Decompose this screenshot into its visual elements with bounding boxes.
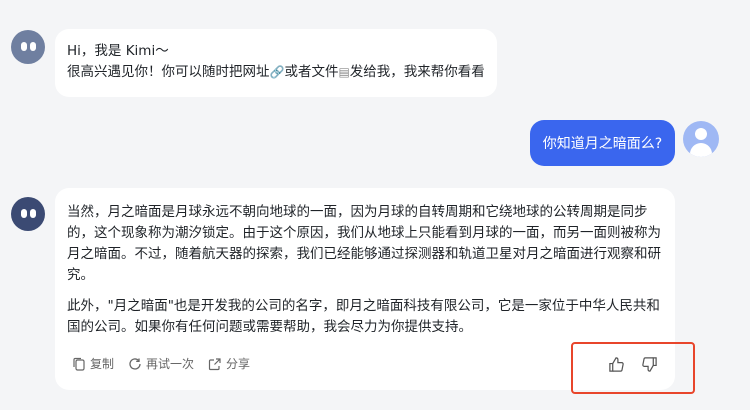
avatar-eye-left xyxy=(21,42,27,51)
greeting-text-a: 很高兴遇见你！你可以随时把网址 xyxy=(67,64,270,80)
share-label: 分享 xyxy=(226,357,251,371)
copy-icon xyxy=(73,357,85,371)
share-button[interactable]: 分享 xyxy=(208,355,250,372)
copy-button[interactable]: 复制 xyxy=(72,355,114,372)
answer-paragraph-2: 此外，"月之暗面"也是开发我的公司的名字，即月之暗面科技有限公司，它是一家位于中… xyxy=(67,298,660,335)
user-message-text: 你知道月之暗面么? xyxy=(542,136,663,152)
user-avatar-body xyxy=(690,143,712,157)
greeting-message: Hi，我是 Kimi～ 很高兴遇见你！你可以随时把网址🔗或者文件▤发给我，我来帮… xyxy=(55,29,497,97)
refresh-icon xyxy=(129,357,141,370)
assistant-avatar xyxy=(11,197,45,231)
user-avatar xyxy=(683,121,719,157)
share-icon xyxy=(208,357,221,370)
feedback-highlight-box xyxy=(571,342,695,394)
avatar-eye-right xyxy=(30,42,36,51)
link-icon: 🔗 xyxy=(269,65,285,79)
assistant-avatar xyxy=(11,30,45,64)
retry-button[interactable]: 再试一次 xyxy=(128,355,194,372)
answer-paragraph-1: 当然，月之暗面是月球永远不朝向地球的一面，因为月球的自转周期和它绕地球的公转周期… xyxy=(67,204,661,283)
user-avatar-head xyxy=(695,128,707,140)
greeting-line2: 很高兴遇见你！你可以随时把网址🔗或者文件▤发给我，我来帮你看看 xyxy=(67,62,497,83)
greeting-line1: Hi，我是 Kimi～ xyxy=(67,43,169,59)
retry-label: 再试一次 xyxy=(146,357,195,371)
greeting-text-c: 发给我，我来帮你看看 xyxy=(349,64,485,80)
copy-label: 复制 xyxy=(90,357,115,371)
user-message: 你知道月之暗面么? xyxy=(530,120,675,166)
message-actions: 复制 再试一次 分享 xyxy=(72,355,250,372)
avatar-eye-right xyxy=(30,209,36,218)
avatar-eye-left xyxy=(21,209,27,218)
file-icon: ▤ xyxy=(338,65,350,79)
greeting-text-b: 或者文件 xyxy=(284,64,339,80)
